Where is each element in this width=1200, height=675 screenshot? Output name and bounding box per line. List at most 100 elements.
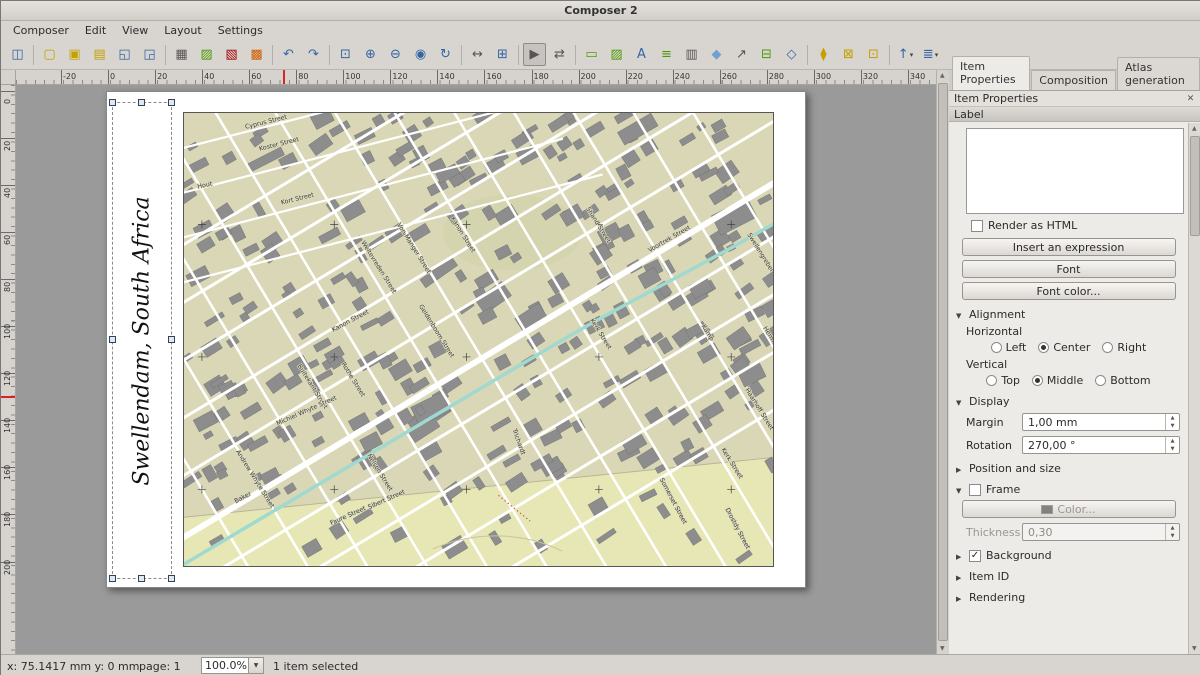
menu-composer[interactable]: Composer [5,22,77,39]
add-arrow-icon[interactable]: ↗ [730,43,753,66]
load-template-icon[interactable]: ◱ [113,43,136,66]
add-new-map-icon[interactable]: ▭ [580,43,603,66]
canvas-vertical-scrollbar[interactable] [936,70,949,654]
align-bottom-option[interactable]: Bottom [1095,374,1150,387]
alignment-section-header[interactable]: Alignment [956,308,1184,321]
spin-down-icon[interactable] [1166,445,1179,453]
radio-icon [991,342,1002,353]
label-text-edit[interactable] [966,128,1184,214]
zoom-in-icon[interactable]: ⊕ [359,43,382,66]
tab-item-properties[interactable]: Item Properties [952,56,1030,90]
menu-settings[interactable]: Settings [210,22,271,39]
scrollbar-thumb[interactable] [938,83,948,641]
align-center-option[interactable]: Center [1038,341,1090,354]
group-items-icon[interactable]: ⧫ [812,43,835,66]
label-item[interactable]: Swellendam, South Africa [112,102,172,579]
selection-handle[interactable] [109,99,116,106]
new-composer-icon[interactable]: ▢ [38,43,61,66]
vertical-ruler: 020406080100120140160180200 [1,85,16,654]
align-top-option[interactable]: Top [986,374,1020,387]
selection-handle[interactable] [138,99,145,106]
font-color-button[interactable]: Font color... [962,282,1176,300]
selection-handle[interactable] [168,99,175,106]
save-template-icon[interactable]: ◲ [138,43,161,66]
zoom-out-icon[interactable]: ⊖ [384,43,407,66]
print-icon[interactable]: ▦ [170,43,193,66]
raise-selected-items-icon[interactable]: ↑▾ [894,43,917,66]
zoom-dropdown-icon[interactable] [249,657,264,674]
lock-selected-items-icon[interactable]: ⊠ [837,43,860,66]
zoom-region-icon[interactable]: ⊞ [491,43,514,66]
radio-selected-icon [1038,342,1049,353]
font-button[interactable]: Font [962,260,1176,278]
tab-composition[interactable]: Composition [1031,70,1116,90]
ruler-tick [908,70,909,84]
add-attribute-table-icon[interactable]: ⊟ [755,43,778,66]
save-project-icon[interactable]: ◫ [6,43,29,66]
selection-handle[interactable] [109,575,116,582]
menu-edit[interactable]: Edit [77,22,114,39]
composer-page[interactable]: Cyprus StreetKoster StreetHoutKort Stree… [106,91,806,588]
margin-spinbox[interactable]: 1,00 mm [1022,413,1180,431]
radio-selected-icon [1032,375,1043,386]
zoom-actual-icon[interactable]: ◉ [409,43,432,66]
frame-color-button[interactable]: Color... [962,500,1176,518]
align-left-option[interactable]: Left [991,341,1027,354]
selection-handle[interactable] [109,336,116,343]
duplicate-composer-icon[interactable]: ▣ [63,43,86,66]
selection-handle[interactable] [168,336,175,343]
add-image-icon[interactable]: ▨ [605,43,628,66]
add-new-scalebar-icon[interactable]: ▥ [680,43,703,66]
restore-last-change-icon[interactable]: ↷ [302,43,325,66]
spin-down-icon[interactable] [1166,422,1179,430]
display-section-header[interactable]: Display [956,395,1184,408]
frame-checkbox[interactable] [969,484,981,496]
export-pdf-icon[interactable]: ▧ [220,43,243,66]
panel-content: Render as HTML Insert an expression Font… [949,123,1188,654]
composer-canvas[interactable]: Cyprus StreetKoster StreetHoutKort Stree… [16,85,936,654]
zoom-level-combo[interactable]: 100.0% [201,657,249,674]
move-item-content-icon[interactable]: ⇄ [548,43,571,66]
rotation-spinbox[interactable]: 270,00 ° [1022,436,1180,454]
background-checkbox[interactable] [969,550,981,562]
position-size-section-header[interactable]: Position and size [956,462,1184,475]
item-id-section-header[interactable]: Item ID [956,570,1184,583]
menu-layout[interactable]: Layout [156,22,209,39]
spin-up-icon[interactable] [1166,437,1179,445]
pan-composer-icon[interactable]: ↔ [466,43,489,66]
scrollbar-thumb[interactable] [1190,136,1200,236]
add-html-frame-icon[interactable]: ◇ [780,43,803,66]
map-item[interactable]: Cyprus StreetKoster StreetHoutKort Stree… [183,112,774,567]
selection-handle[interactable] [138,575,145,582]
align-selected-items-icon[interactable]: ≣▾ [919,43,942,66]
tab-atlas-generation[interactable]: Atlas generation [1117,57,1200,90]
composer-manager-icon[interactable]: ▤ [88,43,111,66]
add-basic-shape-icon[interactable]: ◆ [705,43,728,66]
export-svg-icon[interactable]: ▩ [245,43,268,66]
refresh-view-icon[interactable]: ↻ [434,43,457,66]
background-section-header[interactable]: Background [956,549,1184,562]
render-as-html-checkbox[interactable] [971,220,983,232]
menu-view[interactable]: View [114,22,156,39]
ruler-tick [673,70,674,84]
render-as-html-label: Render as HTML [988,219,1077,232]
align-middle-option[interactable]: Middle [1032,374,1083,387]
unlock-all-items-icon[interactable]: ⊡ [862,43,885,66]
insert-expression-button[interactable]: Insert an expression [962,238,1176,256]
export-image-icon[interactable]: ▨ [195,43,218,66]
revert-last-change-icon[interactable]: ↶ [277,43,300,66]
ruler-number: 60 [251,72,261,81]
spin-up-icon[interactable] [1166,414,1179,422]
map-svg: Cyprus StreetKoster StreetHoutKort Stree… [184,113,773,566]
close-icon[interactable] [1185,93,1196,104]
add-new-legend-icon[interactable]: ≡ [655,43,678,66]
add-new-label-icon[interactable]: A [630,43,653,66]
align-right-option[interactable]: Right [1102,341,1146,354]
rendering-section-header[interactable]: Rendering [956,591,1184,604]
selection-handle[interactable] [168,575,175,582]
select-move-item-icon[interactable]: ▶ [523,43,546,66]
zoom-full-icon[interactable]: ⊡ [334,43,357,66]
panel-scrollbar[interactable] [1188,123,1200,654]
ruler-tick [626,70,627,84]
frame-section-header[interactable]: Frame [956,483,1184,496]
